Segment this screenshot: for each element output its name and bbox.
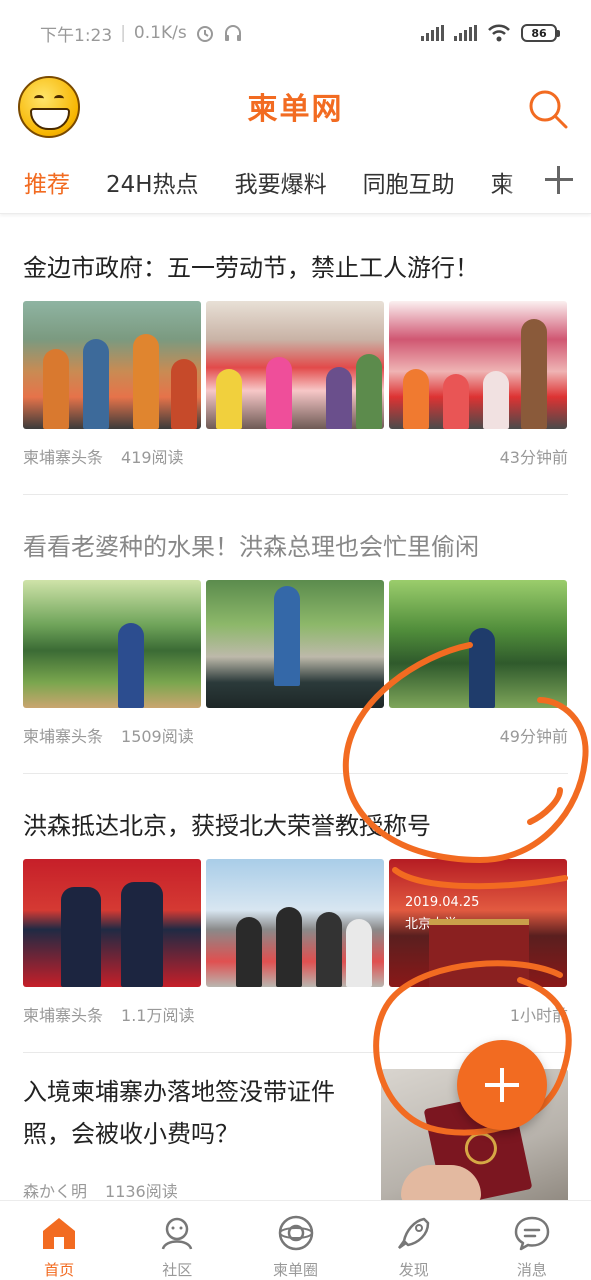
article-thumbnails: 2019.04.25 北京大学 bbox=[23, 859, 568, 987]
article-image bbox=[389, 301, 567, 429]
article-image bbox=[389, 580, 567, 708]
category-tabs: 推荐 24H热点 我要爆料 同胞互助 柬 bbox=[0, 150, 591, 214]
article-source: 柬埔寨头条 bbox=[23, 448, 104, 467]
article-title[interactable]: 金边市政府：五一劳动节，禁止工人游行！ bbox=[23, 216, 568, 286]
article-card[interactable]: 金边市政府：五一劳动节，禁止工人游行！ 柬埔寨头条 419阅读 43分钟前 bbox=[23, 216, 568, 495]
article-time: 1小时前 bbox=[509, 1006, 568, 1025]
article-read-count: 419阅读 bbox=[121, 448, 184, 467]
tab-24h-hot[interactable]: 24H热点 bbox=[106, 165, 199, 199]
status-bar: 下午1:23 | 0.1K/s 86 bbox=[0, 0, 591, 66]
nav-label: 柬单圈 bbox=[273, 1261, 319, 1279]
nav-community[interactable]: 社区 bbox=[118, 1201, 236, 1280]
headphones-icon bbox=[224, 25, 241, 41]
article-title[interactable]: 洪森抵达北京，获授北大荣誉教授称号 bbox=[23, 774, 568, 844]
article-source: 森かく明 bbox=[23, 1182, 88, 1200]
add-tab-icon[interactable] bbox=[545, 166, 573, 194]
article-thumbnails bbox=[23, 580, 568, 708]
article-meta: 森かく明 1136阅读 bbox=[23, 1173, 178, 1200]
bottom-nav: 首页 社区 柬单圈 发现 消息 bbox=[0, 1200, 591, 1280]
tab-mutual-help[interactable]: 同胞互助 bbox=[363, 165, 455, 199]
article-time: 43分钟前 bbox=[499, 448, 568, 467]
nav-messages[interactable]: 消息 bbox=[473, 1201, 591, 1280]
article-image bbox=[23, 580, 201, 708]
nav-home[interactable]: 首页 bbox=[0, 1201, 118, 1280]
article-source: 柬埔寨头条 bbox=[23, 1006, 104, 1025]
search-icon[interactable] bbox=[527, 88, 569, 130]
nav-label: 消息 bbox=[516, 1261, 547, 1279]
tab-recommended[interactable]: 推荐 bbox=[24, 165, 70, 199]
article-read-count: 1509阅读 bbox=[121, 727, 194, 746]
message-icon bbox=[514, 1216, 550, 1251]
nav-label: 首页 bbox=[44, 1261, 75, 1279]
circle-icon bbox=[278, 1215, 313, 1251]
article-read-count: 1136阅读 bbox=[105, 1182, 178, 1200]
article-source: 柬埔寨头条 bbox=[23, 727, 104, 746]
status-network-speed: 0.1K/s bbox=[133, 23, 187, 43]
article-image bbox=[206, 580, 384, 708]
cellular-signal-2-icon bbox=[454, 25, 477, 41]
rocket-icon bbox=[397, 1217, 429, 1250]
nav-label: 发现 bbox=[398, 1261, 429, 1279]
article-read-count: 1.1万阅读 bbox=[121, 1006, 195, 1025]
nav-label: 社区 bbox=[162, 1261, 193, 1279]
article-meta: 柬埔寨头条 419阅读 43分钟前 bbox=[23, 429, 568, 489]
app-logo: 柬单网 bbox=[247, 92, 344, 127]
image-caption-date: 2019.04.25 bbox=[405, 895, 480, 910]
nav-circle[interactable]: 柬单圈 bbox=[236, 1201, 354, 1280]
nav-discover[interactable]: 发现 bbox=[355, 1201, 473, 1280]
alarm-icon bbox=[196, 26, 213, 42]
article-image: 2019.04.25 北京大学 bbox=[389, 859, 567, 987]
article-image bbox=[206, 859, 384, 987]
article-time: 49分钟前 bbox=[499, 727, 568, 746]
article-image bbox=[23, 301, 201, 429]
home-icon bbox=[43, 1218, 76, 1249]
app-header: 柬单网 bbox=[0, 66, 591, 150]
create-post-button[interactable] bbox=[457, 1040, 547, 1130]
article-meta: 柬埔寨头条 1509阅读 49分钟前 bbox=[23, 708, 568, 768]
cellular-signal-icon bbox=[421, 25, 444, 41]
article-meta: 柬埔寨头条 1.1万阅读 1小时前 bbox=[23, 987, 568, 1047]
tab-report[interactable]: 我要爆料 bbox=[235, 165, 327, 199]
community-icon bbox=[162, 1217, 193, 1250]
status-time: 下午1:23 bbox=[40, 25, 113, 46]
article-card[interactable]: 看看老婆种的水果！洪森总理也会忙里偷闲 柬埔寨头条 1509阅读 49分钟前 bbox=[23, 495, 568, 774]
article-image bbox=[206, 301, 384, 429]
article-title[interactable]: 入境柬埔寨办落地签没带证件照，会被收小费吗？ bbox=[23, 1053, 368, 1155]
article-thumbnails bbox=[23, 301, 568, 429]
article-card[interactable]: 洪森抵达北京，获授北大荣誉教授称号 2019.04.25 北京大学 bbox=[23, 774, 568, 1053]
article-image bbox=[23, 859, 201, 987]
wifi-icon bbox=[488, 24, 510, 42]
article-title[interactable]: 看看老婆种的水果！洪森总理也会忙里偷闲 bbox=[23, 495, 568, 565]
battery-indicator: 86 bbox=[521, 24, 560, 42]
